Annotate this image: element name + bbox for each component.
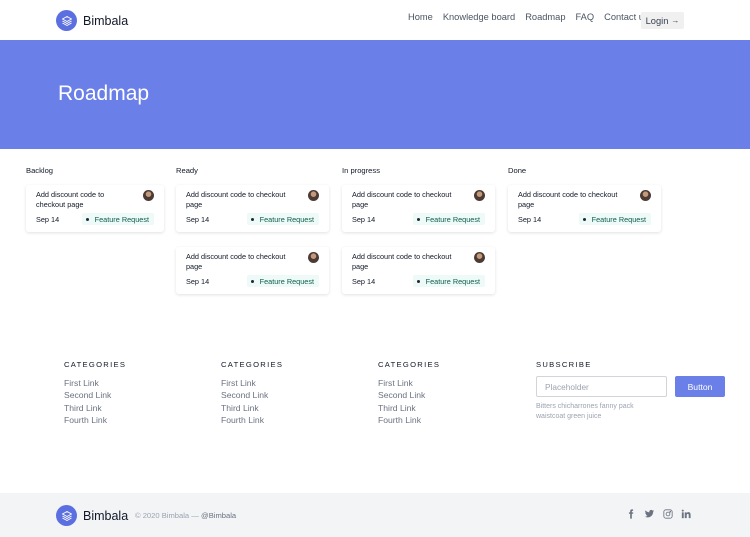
avatar <box>308 252 319 263</box>
brand[interactable]: Bimbala <box>56 10 128 31</box>
card-date: Sep 14 <box>352 277 376 286</box>
footer-category: CATEGORIES First Link Second Link Third … <box>221 360 283 426</box>
tag-label: Feature Request <box>425 276 480 286</box>
footer-category: CATEGORIES First Link Second Link Third … <box>64 360 126 426</box>
footer-bottom-bar: Bimbala © 2020 Bimbala — @Bimbala <box>0 493 750 537</box>
dot-icon <box>416 279 420 283</box>
tag-badge: Feature Request <box>81 213 154 225</box>
tag-label: Feature Request <box>259 276 314 286</box>
footer-link[interactable]: Fourth Link <box>378 414 440 426</box>
card-title: Add discount code to checkout page <box>518 190 618 209</box>
footer-link[interactable]: Second Link <box>378 389 440 401</box>
roadmap-card[interactable]: Add discount code to checkout page Sep 1… <box>342 185 495 232</box>
tag-label: Feature Request <box>94 214 149 224</box>
subscribe-section: SUBSCRIBE Placeholder Button Bitters chi… <box>536 360 725 420</box>
column-title-in-progress: In progress <box>342 166 380 175</box>
footer-category-title: CATEGORIES <box>64 360 127 369</box>
site-header: Bimbala Home Knowledge board Roadmap FAQ… <box>0 0 750 40</box>
tag-label: Feature Request <box>425 214 480 224</box>
footer-category-title: CATEGORIES <box>378 360 441 369</box>
copyright-text: © 2020 Bimbala — <box>135 511 199 520</box>
hero-banner: Roadmap <box>0 40 750 149</box>
layers-logo-icon <box>56 10 77 31</box>
brand-name: Bimbala <box>83 13 129 28</box>
tag-badge: Feature Request <box>246 213 319 225</box>
footer-link[interactable]: First Link <box>378 377 440 389</box>
social-links <box>626 509 699 519</box>
page-title: Roadmap <box>58 82 150 105</box>
avatar <box>474 252 485 263</box>
tag-badge: Feature Request <box>412 213 485 225</box>
column-title-backlog: Backlog <box>26 166 54 175</box>
roadmap-card[interactable]: Add discount code to checkout page Sep 1… <box>176 247 329 294</box>
footer-link[interactable]: First Link <box>64 377 126 389</box>
subscribe-note: Bitters chicharrones fanny pack waistcoa… <box>536 403 634 420</box>
footer-link[interactable]: Third Link <box>378 402 440 414</box>
nav-roadmap[interactable]: Roadmap <box>525 12 565 22</box>
subscribe-email-input[interactable]: Placeholder <box>536 376 667 397</box>
roadmap-card[interactable]: Add discount code to checkout page Sep 1… <box>176 185 329 232</box>
column-title-done: Done <box>508 166 527 175</box>
dot-icon <box>416 217 420 221</box>
footer-link[interactable]: Third Link <box>64 402 126 414</box>
dot-icon <box>250 279 254 283</box>
nav-faq[interactable]: FAQ <box>576 12 595 22</box>
nav-home[interactable]: Home <box>408 12 433 22</box>
footer-link[interactable]: Second Link <box>221 389 283 401</box>
tag-badge: Feature Request <box>578 213 651 225</box>
card-date: Sep 14 <box>518 215 542 224</box>
card-date: Sep 14 <box>186 277 210 286</box>
avatar <box>308 190 319 201</box>
column-title-ready: Ready <box>176 166 198 175</box>
card-date: Sep 14 <box>36 215 60 224</box>
card-title: Add discount code to checkout page <box>352 252 452 271</box>
brand-name: Bimbala <box>83 508 129 523</box>
roadmap-card[interactable]: Add discount code to checkout page Sep 1… <box>26 185 164 232</box>
roadmap-card[interactable]: Add discount code to checkout page Sep 1… <box>508 185 661 232</box>
tag-label: Feature Request <box>591 214 646 224</box>
card-title: Add discount code to checkout page <box>186 252 286 271</box>
footer-brand[interactable]: Bimbala <box>56 505 128 526</box>
footer-link[interactable]: Third Link <box>221 402 283 414</box>
subscribe-title: SUBSCRIBE <box>536 360 592 369</box>
copyright: © 2020 Bimbala — @Bimbala <box>135 511 236 520</box>
card-title: Add discount code to checkout page <box>186 190 286 209</box>
footer-link[interactable]: Fourth Link <box>64 414 126 426</box>
facebook-icon[interactable] <box>626 509 636 519</box>
avatar <box>640 190 651 201</box>
tag-badge: Feature Request <box>246 275 319 287</box>
nav-knowledge-board[interactable]: Knowledge board <box>443 12 515 22</box>
footer-link[interactable]: Fourth Link <box>221 414 283 426</box>
card-title: Add discount code to checkout page <box>36 190 105 209</box>
subscribe-button[interactable]: Button <box>675 376 725 397</box>
avatar <box>474 190 485 201</box>
tag-label: Feature Request <box>259 214 314 224</box>
instagram-icon[interactable] <box>663 509 673 519</box>
dot-icon <box>85 217 89 221</box>
tag-badge: Feature Request <box>412 275 485 287</box>
roadmap-card[interactable]: Add discount code to checkout page Sep 1… <box>342 247 495 294</box>
footer-link[interactable]: Second Link <box>64 389 126 401</box>
layers-logo-icon <box>56 505 77 526</box>
dot-icon <box>250 217 254 221</box>
footer-category-title: CATEGORIES <box>221 360 284 369</box>
card-date: Sep 14 <box>352 215 376 224</box>
login-label: Login <box>645 15 669 26</box>
card-title: Add discount code to checkout page <box>352 190 452 209</box>
footer-category: CATEGORIES First Link Second Link Third … <box>378 360 440 426</box>
footer-link[interactable]: First Link <box>221 377 283 389</box>
avatar <box>143 190 154 201</box>
linkedin-icon[interactable] <box>681 509 691 519</box>
card-date: Sep 14 <box>186 215 210 224</box>
main-nav: Home Knowledge board Roadmap FAQ Contact… <box>408 12 659 22</box>
arrow-right-icon: → <box>671 16 680 25</box>
twitter-handle-link[interactable]: @Bimbala <box>201 511 236 520</box>
dot-icon <box>582 217 586 221</box>
login-button[interactable]: Login → <box>641 12 684 29</box>
twitter-icon[interactable] <box>644 509 655 519</box>
